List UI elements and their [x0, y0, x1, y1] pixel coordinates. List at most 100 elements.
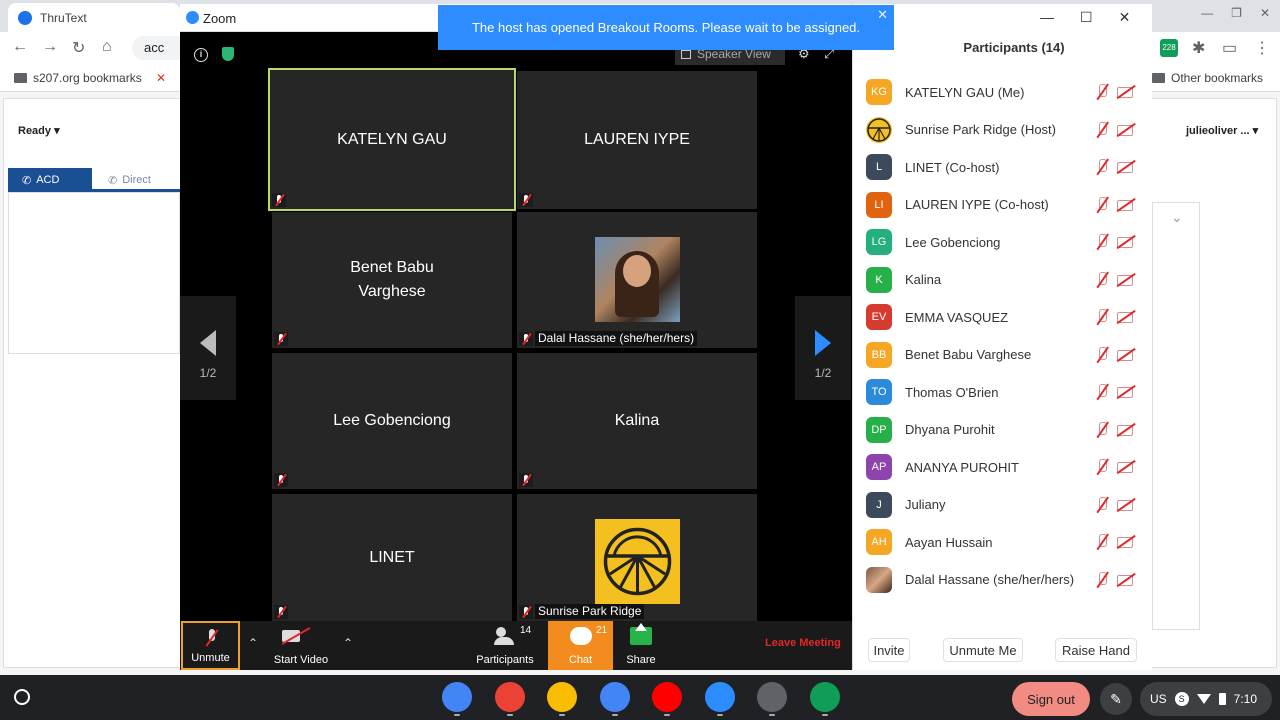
- video-off-icon: [1116, 346, 1136, 363]
- status-dropdown[interactable]: Ready ▾: [18, 124, 60, 137]
- maximize-icon[interactable]: ☐: [1080, 9, 1093, 26]
- participant-row[interactable]: J Juliany: [866, 490, 1142, 520]
- start-video-button[interactable]: Start Video: [268, 621, 334, 670]
- avatar: LI: [866, 191, 892, 218]
- page-indicator: 1/2: [814, 366, 832, 380]
- participant-status-icons: [1094, 346, 1136, 363]
- participant-row[interactable]: AH Aayan Hussain: [866, 527, 1142, 557]
- mic-muted-icon: [1094, 533, 1110, 550]
- chat-button[interactable]: 21 Chat: [548, 621, 613, 670]
- mic-muted-icon: [1094, 308, 1110, 325]
- close-icon[interactable]: ✕: [877, 7, 888, 23]
- tile-name: Kalina: [614, 412, 660, 429]
- video-options-caret-icon[interactable]: ⌃: [343, 636, 353, 650]
- user-menu[interactable]: julieoliver ... ▾: [1186, 124, 1258, 137]
- avatar: AH: [866, 529, 892, 555]
- participant-row[interactable]: DP Dhyana Purohit: [866, 415, 1142, 445]
- invite-button[interactable]: Invite: [868, 638, 910, 662]
- mic-muted-icon: [1094, 383, 1110, 400]
- video-tile-lauren[interactable]: LAUREN IYPE: [517, 71, 757, 209]
- raise-hand-button[interactable]: Raise Hand: [1055, 638, 1137, 662]
- restore-icon[interactable]: ❐: [1231, 6, 1242, 20]
- menu-kebab-icon[interactable]: ⋮: [1254, 38, 1270, 58]
- participant-row[interactable]: BB Benet Babu Varghese: [866, 340, 1142, 370]
- video-tile-benet[interactable]: Benet Babu Varghese: [272, 212, 512, 348]
- folder-icon: [14, 73, 27, 83]
- unmute-button[interactable]: Unmute: [181, 621, 240, 670]
- close-icon[interactable]: ✕: [1119, 9, 1131, 26]
- chat-unread-count: 21: [596, 625, 608, 636]
- launcher-icon[interactable]: [14, 689, 30, 705]
- chevron-down-icon[interactable]: ⌄: [1171, 209, 1183, 226]
- video-tile-dalal[interactable]: Dalal Hassane (she/her/hers): [517, 212, 757, 348]
- participant-row[interactable]: LG Lee Gobenciong: [866, 227, 1142, 257]
- ime-badge-icon: S: [1174, 692, 1189, 706]
- hangouts-icon[interactable]: [809, 682, 840, 712]
- mic-muted-icon: [519, 332, 533, 346]
- close-icon[interactable]: ✕: [1260, 6, 1270, 20]
- status-tray[interactable]: US S 7:10: [1140, 682, 1272, 716]
- drive-icon[interactable]: [547, 682, 577, 712]
- tab-acd[interactable]: ✆ ACD: [8, 168, 92, 192]
- browser-window-controls: — ❐ ✕: [1201, 6, 1270, 20]
- mic-muted-icon: [205, 629, 219, 647]
- mic-muted-icon: [274, 473, 288, 487]
- running-indicator: [611, 714, 618, 716]
- audio-options-caret-icon[interactable]: ⌃: [248, 636, 258, 650]
- participant-row[interactable]: Dalal Hassane (she/her/hers): [866, 565, 1142, 595]
- calculator-icon[interactable]: [757, 682, 787, 712]
- bookmark-logo-icon[interactable]: ✕: [156, 71, 166, 85]
- minimize-icon[interactable]: —: [1201, 6, 1213, 20]
- participant-row[interactable]: EV EMMA VASQUEZ: [866, 302, 1142, 332]
- back-icon[interactable]: ←: [12, 38, 28, 56]
- zoom-icon[interactable]: [704, 682, 735, 712]
- minimize-icon[interactable]: —: [1040, 9, 1054, 26]
- encryption-shield-icon[interactable]: [222, 47, 234, 61]
- participant-row[interactable]: L LINET (Co-host): [866, 152, 1142, 182]
- gallery-prev-button[interactable]: 1/2: [180, 296, 236, 400]
- participant-name: Juliany: [905, 497, 946, 512]
- breakout-rooms-banner: The host has opened Breakout Rooms. Plea…: [438, 5, 894, 50]
- participant-row[interactable]: KG KATELYN GAU (Me): [866, 77, 1142, 107]
- video-tile-katelyn[interactable]: KATELYN GAU: [268, 68, 516, 211]
- cast-icon[interactable]: ▭: [1222, 38, 1237, 58]
- chrome-icon[interactable]: [442, 682, 472, 712]
- reload-icon[interactable]: ↻: [72, 38, 85, 58]
- participant-status-icons: [1094, 458, 1136, 475]
- participant-row[interactable]: Sunrise Park Ridge (Host): [866, 115, 1142, 145]
- participants-count: 14: [520, 625, 532, 636]
- gallery-next-button[interactable]: 1/2: [795, 296, 851, 400]
- video-tile-kalina[interactable]: Kalina: [517, 353, 757, 489]
- tab-direct[interactable]: ✆ Direct: [94, 168, 180, 192]
- bookmark-folder-s207[interactable]: s207.org bookmarks: [14, 71, 142, 85]
- extensions-puzzle-icon[interactable]: ✱: [1192, 38, 1205, 58]
- bookmark-folder-other[interactable]: Other bookmarks: [1152, 71, 1263, 85]
- video-off-icon: [1116, 421, 1136, 438]
- participant-row[interactable]: LI LAUREN IYPE (Co-host): [866, 190, 1142, 220]
- participants-button[interactable]: 14 Participants: [472, 621, 538, 670]
- unmute-me-button[interactable]: Unmute Me: [943, 638, 1023, 662]
- info-icon[interactable]: i: [194, 48, 208, 62]
- youtube-icon[interactable]: [652, 682, 682, 712]
- sign-out-button[interactable]: Sign out: [1012, 682, 1090, 716]
- mic-muted-icon: [1094, 346, 1110, 363]
- leave-meeting-button[interactable]: Leave Meeting: [765, 637, 841, 649]
- participant-status-icons: [1094, 271, 1136, 288]
- participant-row[interactable]: TO Thomas O'Brien: [866, 377, 1142, 407]
- video-tile-sunrise[interactable]: Sunrise Park Ridge: [517, 494, 757, 621]
- video-tile-linet[interactable]: LINET: [272, 494, 512, 621]
- home-icon[interactable]: ⌂: [102, 38, 112, 56]
- user-name: julieoliver ...: [1186, 125, 1250, 137]
- phone-icon: ✆: [22, 174, 32, 187]
- browser-tab-thrutext[interactable]: ThruText: [8, 3, 180, 32]
- video-tile-lee[interactable]: Lee Gobenciong: [272, 353, 512, 489]
- stylus-tools-icon[interactable]: ✎: [1100, 683, 1132, 715]
- participant-name: Kalina: [905, 272, 942, 287]
- share-screen-button[interactable]: Share: [610, 621, 672, 670]
- participant-row[interactable]: AP ANANYA PUROHIT: [866, 452, 1142, 482]
- gmail-icon[interactable]: [494, 682, 525, 712]
- participant-row[interactable]: K Kalina: [866, 265, 1142, 295]
- forward-icon[interactable]: →: [42, 38, 58, 56]
- docs-icon[interactable]: [599, 682, 630, 712]
- participant-name: Thomas O'Brien: [905, 384, 999, 400]
